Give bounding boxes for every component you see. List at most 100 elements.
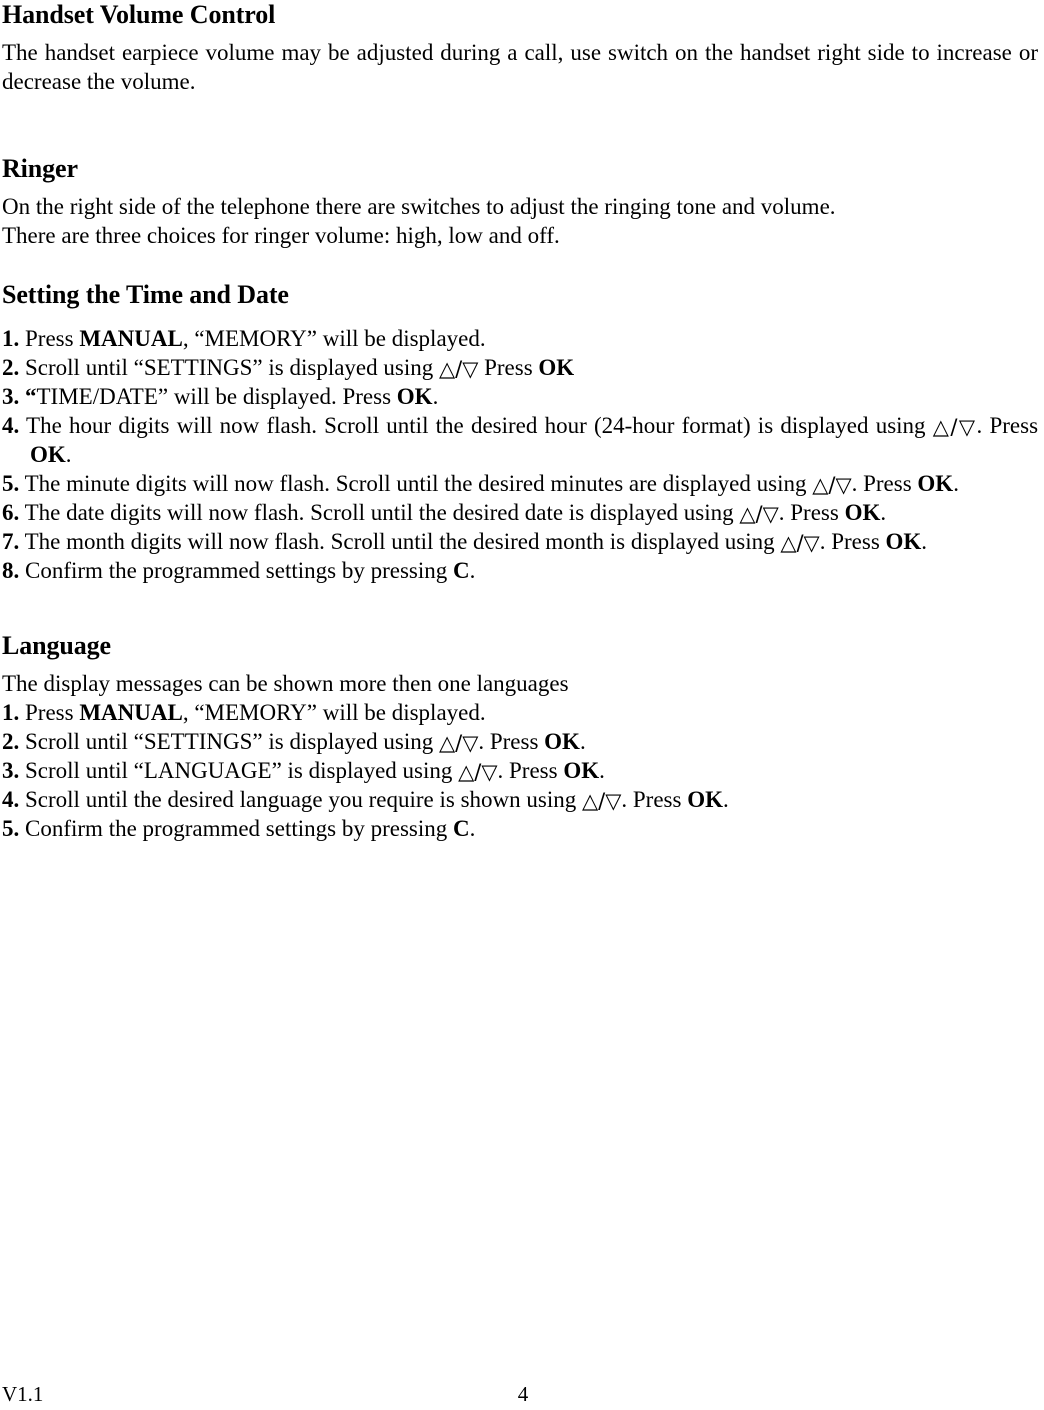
up-down-triangle-icon: △/▽ <box>932 415 977 439</box>
step-number: 6. <box>2 500 20 525</box>
step-emphasis: OK <box>538 355 575 380</box>
step-emphasis: OK <box>917 471 954 496</box>
step-text: . Press <box>819 529 886 554</box>
step-item: 2. Scroll until “SETTINGS” is displayed … <box>2 727 1038 756</box>
step-text: . Press <box>778 500 845 525</box>
step-number: 1. <box>2 326 20 351</box>
up-down-triangle-icon: △/▽ <box>458 760 498 784</box>
step-emphasis: OK <box>687 787 723 812</box>
step-text: . <box>469 816 476 841</box>
step-text: Scroll until “SETTINGS” is displayed usi… <box>19 729 439 754</box>
heading-setting-time-and-date: Setting the Time and Date <box>2 280 289 309</box>
step-emphasis: OK <box>30 442 66 467</box>
step-number: 3. <box>2 384 20 409</box>
step-emphasis: MANUAL <box>79 326 183 351</box>
step-item: 3. Scroll until “LANGUAGE” is displayed … <box>2 756 1038 785</box>
footer-page-number: 4 <box>517 1382 529 1406</box>
step-item: 3. “TIME/DATE” will be displayed. Press … <box>2 382 1038 411</box>
up-down-triangle-icon: △/▽ <box>739 502 779 526</box>
document-page: Handset Volume Control The handset earpi… <box>0 0 1044 1410</box>
paragraph-ringer-switches: On the right side of the telephone there… <box>2 194 836 219</box>
step-number: 7. <box>2 529 20 554</box>
step-text: . Press <box>976 413 1039 438</box>
step-item: 5. The minute digits will now flash. Scr… <box>2 469 1038 498</box>
step-emphasis: OK <box>844 500 881 525</box>
step-emphasis: OK <box>544 729 580 754</box>
step-number: 3. <box>2 758 20 783</box>
step-text: . Press <box>478 729 545 754</box>
step-text: . <box>722 787 729 812</box>
step-item: 7. The month digits will now flash. Scro… <box>2 527 1038 556</box>
step-emphasis: MANUAL <box>79 700 183 725</box>
step-list-language: 1. Press MANUAL, “MEMORY” will be displa… <box>2 698 1038 843</box>
up-down-triangle-icon: △/▽ <box>438 731 479 755</box>
step-list-time-date: 1. Press MANUAL, “MEMORY” will be displa… <box>2 324 1038 585</box>
step-text: . <box>921 529 928 554</box>
step-number: 2. <box>2 355 20 380</box>
step-text: The minute digits will now flash. Scroll… <box>19 471 813 496</box>
step-emphasis: C <box>453 816 470 841</box>
step-text: . <box>599 758 605 783</box>
step-text: , “MEMORY” will be displayed. <box>182 700 486 725</box>
step-number: 8. <box>2 558 20 583</box>
step-item: 2. Scroll until “SETTINGS” is displayed … <box>2 353 1038 382</box>
step-emphasis: “ <box>19 384 37 409</box>
up-down-triangle-icon: △/▽ <box>780 531 820 555</box>
step-text: Press <box>19 700 80 725</box>
step-text: . <box>880 500 887 525</box>
up-down-triangle-icon: △/▽ <box>438 357 479 381</box>
step-text: . <box>953 471 959 496</box>
step-item: 4. The hour digits will now flash. Scrol… <box>2 411 1038 469</box>
step-item: 5. Confirm the programmed settings by pr… <box>2 814 1038 843</box>
step-item: 1. Press MANUAL, “MEMORY” will be displa… <box>2 324 1038 353</box>
paragraph-language-intro: The display messages can be shown more t… <box>2 671 569 696</box>
step-item: 8. Confirm the programmed settings by pr… <box>2 556 1038 585</box>
heading-language: Language <box>2 631 112 660</box>
step-text: . <box>432 384 439 409</box>
step-text: Press <box>19 326 80 351</box>
paragraph-ringer-choices: There are three choices for ringer volum… <box>2 223 560 248</box>
step-text: Confirm the programmed settings by press… <box>19 558 453 583</box>
step-item: 1. Press MANUAL, “MEMORY” will be displa… <box>2 698 1038 727</box>
step-number: 2. <box>2 729 20 754</box>
page-footer: V1.1 4 <box>0 1378 1044 1410</box>
step-emphasis: OK <box>396 384 433 409</box>
step-number: 1. <box>2 700 20 725</box>
step-emphasis: OK <box>563 758 600 783</box>
step-text: . <box>469 558 476 583</box>
step-text: The date digits will now flash. Scroll u… <box>19 500 740 525</box>
step-number: 4. <box>2 413 20 438</box>
heading-ringer: Ringer <box>2 154 78 183</box>
step-text: , “MEMORY” will be displayed. <box>182 326 486 351</box>
step-text: Scroll until “LANGUAGE” is displayed usi… <box>19 758 459 783</box>
step-text: Confirm the programmed settings by press… <box>19 816 453 841</box>
step-emphasis: C <box>453 558 470 583</box>
step-text: The month digits will now flash. Scroll … <box>19 529 781 554</box>
heading-handset-volume-control: Handset Volume Control <box>2 0 276 29</box>
step-number: 4. <box>2 787 20 812</box>
paragraph-handset-volume: The handset earpiece volume may be adjus… <box>2 40 1038 94</box>
step-text: . Press <box>851 471 918 496</box>
step-text: . <box>65 442 72 467</box>
step-number: 5. <box>2 816 20 841</box>
step-text: Press <box>478 355 539 380</box>
step-text: . <box>579 729 586 754</box>
step-text: The hour digits will now flash. Scroll u… <box>19 413 933 438</box>
up-down-triangle-icon: △/▽ <box>582 789 622 813</box>
step-text: TIME/DATE” will be displayed. Press <box>36 384 397 409</box>
step-text: . Press <box>497 758 564 783</box>
up-down-triangle-icon: △/▽ <box>812 473 852 497</box>
step-item: 4. Scroll until the desired language you… <box>2 785 1038 814</box>
step-text: . Press <box>621 787 688 812</box>
step-text: Scroll until “SETTINGS” is displayed usi… <box>19 355 439 380</box>
step-emphasis: OK <box>885 529 922 554</box>
step-number: 5. <box>2 471 20 496</box>
step-item: 6. The date digits will now flash. Scrol… <box>2 498 1038 527</box>
document-body: Handset Volume Control The handset earpi… <box>2 0 1038 843</box>
step-text: Scroll until the desired language you re… <box>19 787 583 812</box>
